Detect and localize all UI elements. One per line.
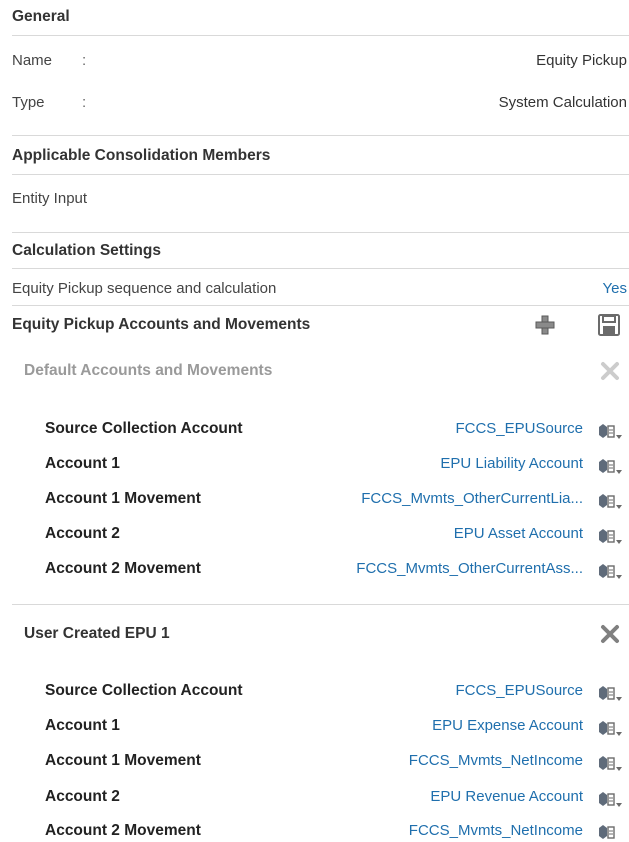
divider — [12, 268, 629, 269]
member-selector-icon[interactable] — [597, 491, 623, 511]
divider — [12, 232, 629, 233]
member-selector-icon[interactable] — [597, 822, 623, 842]
divider — [12, 135, 629, 136]
acct-value[interactable]: FCCS_Mvmts_OtherCurrentLia... — [361, 490, 583, 507]
close-icon-disabled — [597, 358, 623, 384]
acct-label: Account 1 — [45, 455, 120, 472]
acct-value[interactable]: EPU Revenue Account — [430, 788, 583, 805]
member-selector-icon[interactable] — [597, 561, 623, 581]
acct-value[interactable]: EPU Asset Account — [454, 525, 583, 542]
acct-label: Account 1 — [45, 717, 120, 734]
calc-heading: Calculation Settings — [12, 242, 161, 259]
acct-label: Account 1 Movement — [45, 490, 201, 507]
epu-setting-value[interactable]: Yes — [603, 280, 627, 297]
acct-value[interactable]: FCCS_Mvmts_NetIncome — [409, 752, 583, 769]
acct-value[interactable]: FCCS_EPUSource — [455, 420, 583, 437]
members-heading: Applicable Consolidation Members — [12, 147, 271, 164]
member-selector-icon[interactable] — [597, 718, 623, 738]
acct-value[interactable]: FCCS_Mvmts_OtherCurrentAss... — [356, 560, 583, 577]
acct-value[interactable]: EPU Liability Account — [440, 455, 583, 472]
acct-label: Account 2 — [45, 788, 120, 805]
acct-value[interactable]: FCCS_Mvmts_NetIncome — [409, 822, 583, 839]
group-title-default: Default Accounts and Movements — [24, 362, 273, 379]
name-label: Name — [12, 52, 53, 69]
divider — [12, 305, 629, 306]
acct-label: Account 1 Movement — [45, 752, 201, 769]
acct-label: Account 2 Movement — [45, 822, 201, 839]
member-selector-icon[interactable] — [597, 526, 623, 546]
divider — [12, 174, 629, 175]
member-selector-icon[interactable] — [597, 456, 623, 476]
acct-label: Source Collection Account — [45, 420, 243, 437]
acct-label: Account 2 Movement — [45, 560, 201, 577]
acct-value[interactable]: EPU Expense Account — [432, 717, 583, 734]
acct-label: Account 2 — [45, 525, 120, 542]
name-value: Equity Pickup — [536, 52, 627, 69]
type-value: System Calculation — [498, 94, 627, 111]
name-separator: : — [82, 52, 87, 69]
type-label: Type — [12, 94, 45, 111]
save-icon[interactable] — [596, 312, 622, 338]
type-separator: : — [82, 94, 87, 111]
add-icon[interactable] — [532, 312, 558, 338]
acct-label: Source Collection Account — [45, 682, 243, 699]
divider — [12, 35, 629, 36]
members-value: Entity Input — [12, 190, 88, 207]
epu-setting-label: Equity Pickup sequence and calculation — [12, 280, 277, 297]
general-heading: General — [12, 8, 70, 25]
close-icon[interactable] — [597, 621, 623, 647]
member-selector-icon[interactable] — [597, 421, 623, 441]
member-selector-icon[interactable] — [597, 683, 623, 703]
acct-value[interactable]: FCCS_EPUSource — [455, 682, 583, 699]
group-title-user-created: User Created EPU 1 — [24, 625, 170, 642]
member-selector-icon[interactable] — [597, 753, 623, 773]
divider — [12, 604, 629, 605]
member-selector-icon[interactable] — [597, 789, 623, 809]
